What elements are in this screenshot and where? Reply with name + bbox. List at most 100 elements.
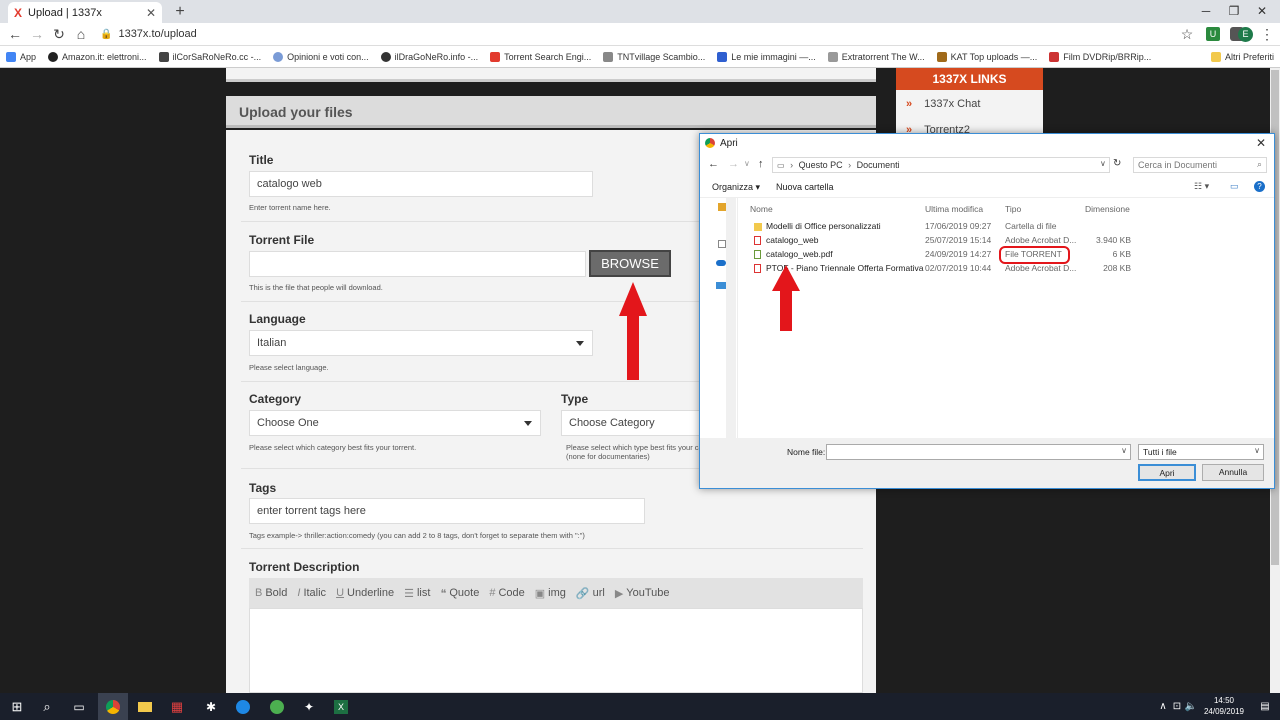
bookmark-item[interactable]: KAT Top uploads —... — [931, 51, 1044, 62]
close-tab-icon[interactable]: ✕ — [146, 6, 156, 20]
link-1337x-chat[interactable]: » 1337x Chat — [906, 98, 980, 110]
calculator-icon[interactable]: ▦ — [162, 693, 192, 720]
back-icon[interactable]: ← — [4, 23, 26, 46]
menu-dots-icon[interactable]: ⋮ — [1256, 23, 1278, 46]
dialog-search-input[interactable]: Cerca in Documenti ⌕ — [1133, 157, 1267, 173]
column-modified[interactable]: Ultima modifica — [925, 204, 983, 214]
notifications-icon[interactable]: ▤ — [1250, 693, 1280, 720]
path-separator: › — [790, 160, 794, 170]
bookmark-item[interactable]: Torrent Search Engi... — [484, 51, 597, 62]
dialog-title-bar: Apri — [700, 134, 1274, 154]
bookmark-item[interactable]: TNTvillage Scambio... — [597, 51, 711, 62]
open-button[interactable]: Apri — [1138, 464, 1196, 481]
column-type[interactable]: Tipo — [1005, 204, 1021, 214]
youtube-button[interactable]: ▶ YouTube — [615, 587, 670, 600]
bookmark-item[interactable]: ilCorSaRoNeRo.cc -... — [153, 51, 268, 62]
language-selected: Italian — [257, 337, 287, 349]
window-close-icon[interactable]: ✕ — [1248, 0, 1276, 23]
profile-avatar[interactable]: E — [1238, 27, 1253, 42]
path-field[interactable]: ▭ › Questo PC › Documenti — [772, 157, 1110, 173]
bookmark-apps[interactable]: App — [0, 51, 42, 62]
quick-access-icon[interactable] — [718, 240, 726, 248]
file-explorer-icon[interactable] — [130, 693, 160, 720]
cancel-button[interactable]: Annulla — [1202, 464, 1264, 481]
utorrent-icon[interactable] — [262, 693, 292, 720]
bookmark-other-folder[interactable]: Altri Preferiti — [1205, 51, 1280, 62]
windows-start-icon[interactable]: ⊞ — [2, 693, 32, 720]
browse-button[interactable]: BROWSE — [589, 250, 671, 277]
url-button[interactable]: 🔗 url — [576, 587, 605, 600]
view-options-icon[interactable]: ☷ ▾ — [1194, 181, 1209, 192]
path-dropdown-icon[interactable]: ∨ — [1100, 159, 1106, 168]
bookmark-item[interactable]: Opinioni e voti con... — [267, 51, 375, 62]
navigation-pane-scrollbar[interactable] — [726, 198, 736, 438]
app-icon[interactable]: ✦ — [294, 693, 324, 720]
this-pc-icon[interactable] — [716, 282, 726, 289]
path-segment-documents[interactable]: Documenti — [857, 160, 900, 170]
code-button[interactable]: # Code — [489, 587, 524, 599]
organize-button[interactable]: Organizza ▾ — [712, 182, 760, 193]
bookmark-item[interactable]: Le mie immagini —... — [711, 51, 822, 62]
bookmark-item[interactable]: Amazon.it: elettroni... — [42, 51, 153, 62]
app-icon[interactable]: ✱ — [196, 693, 226, 720]
search-icon[interactable]: ⌕ — [32, 693, 62, 720]
quote-button[interactable]: ❝ Quote — [440, 587, 479, 600]
title-input[interactable]: catalogo web — [249, 171, 593, 197]
minimize-icon[interactable]: ─ — [1192, 0, 1220, 23]
recent-dropdown-icon[interactable]: ∨ — [744, 159, 750, 168]
file-row[interactable]: Modelli di Office personalizzati 17/06/2… — [750, 220, 1270, 234]
description-editor[interactable] — [249, 608, 863, 693]
path-segment-pc[interactable]: Questo PC — [799, 160, 843, 170]
folder-icon[interactable] — [718, 203, 726, 211]
url-field[interactable]: 🔒 1337x.to/upload — [100, 25, 1160, 44]
dialog-close-icon[interactable]: ✕ — [1256, 136, 1266, 150]
help-icon[interactable]: ? — [1254, 181, 1265, 192]
excel-icon[interactable]: X — [326, 693, 356, 720]
tags-input[interactable]: enter torrent tags here — [249, 498, 645, 524]
preview-pane-icon[interactable]: ▭ — [1230, 181, 1239, 192]
up-folder-icon[interactable]: ↑ — [758, 158, 764, 170]
torrent-file-input[interactable] — [249, 251, 586, 277]
underline-button[interactable]: U Underline — [336, 587, 394, 599]
new-tab-icon[interactable]: + — [170, 2, 190, 22]
img-button[interactable]: ▣ img — [535, 587, 566, 600]
browser-tab[interactable]: X Upload | 1337x ✕ — [8, 2, 162, 23]
filetype-select[interactable]: Tutti i file ∨ — [1138, 444, 1264, 460]
film-icon — [1049, 51, 1060, 62]
list-button[interactable]: ☰ list — [404, 587, 430, 600]
dialog-toolbar: Organizza ▾ Nuova cartella ☷ ▾ ▭ ? — [700, 176, 1274, 198]
refresh-icon[interactable]: ↻ — [1113, 158, 1121, 169]
home-icon[interactable]: ⌂ — [70, 23, 92, 46]
italic-button[interactable]: I Italic — [297, 587, 326, 599]
file-row[interactable]: PTOF - Piano Triennale Offerta Formativa… — [750, 262, 1270, 276]
bookmark-item[interactable]: Film DVDRip/BRRip... — [1043, 51, 1157, 62]
chrome-taskbar-icon[interactable] — [98, 693, 128, 720]
pdf-file-icon — [754, 236, 761, 245]
onedrive-icon[interactable] — [716, 260, 726, 266]
category-select[interactable]: Choose One — [249, 410, 541, 436]
file-open-dialog: Apri ✕ ← → ∨ ↑ ▭ › Questo PC › Documenti… — [699, 133, 1275, 489]
bookmark-item[interactable]: ilDraGoNeRo.info -... — [375, 51, 485, 62]
type-select[interactable]: Choose Category — [561, 410, 701, 436]
new-folder-button[interactable]: Nuova cartella — [776, 182, 834, 192]
back-icon[interactable]: ← — [708, 158, 719, 170]
filename-input[interactable]: ∨ — [826, 444, 1131, 460]
column-name[interactable]: Nome — [750, 204, 773, 214]
column-size[interactable]: Dimensione — [1085, 204, 1130, 214]
star-bookmark-icon[interactable]: ☆ — [1176, 23, 1198, 46]
task-view-icon[interactable]: ▭ — [64, 693, 94, 720]
computer-icon: ▭ — [777, 161, 785, 170]
clock[interactable]: 14:50 24/09/2019 — [1200, 695, 1248, 717]
language-select[interactable]: Italian — [249, 330, 593, 356]
forward-icon[interactable]: → — [26, 23, 48, 46]
reload-icon[interactable]: ↻ — [48, 23, 70, 46]
bookmark-item[interactable]: Extratorrent The W... — [822, 51, 931, 62]
pdf-file-icon — [754, 264, 761, 273]
divider — [241, 548, 863, 549]
bold-button[interactable]: B Bold — [255, 587, 287, 599]
maximize-icon[interactable]: ❐ — [1220, 0, 1248, 23]
browser-icon[interactable] — [228, 693, 258, 720]
folder-icon — [1210, 51, 1221, 62]
forward-icon[interactable]: → — [728, 158, 739, 170]
extension-icon[interactable]: U — [1206, 27, 1220, 41]
